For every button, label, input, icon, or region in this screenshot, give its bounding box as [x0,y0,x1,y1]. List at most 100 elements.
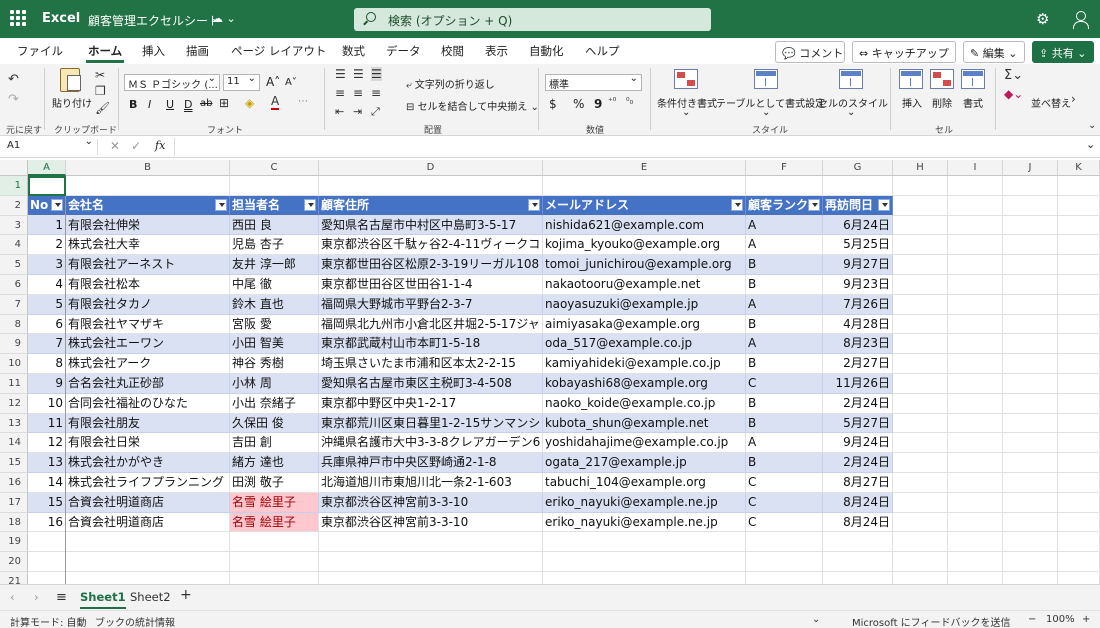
table-cell[interactable] [1058,215,1100,236]
table-cell-no[interactable]: 1 [28,215,66,236]
zoom-level[interactable]: 100% [1046,614,1075,625]
table-cell-contact[interactable]: 宮阪 愛 [230,314,319,335]
table-cell[interactable] [28,552,66,572]
table-cell-rank[interactable]: C [746,374,823,394]
table-cell[interactable] [1003,512,1058,533]
table-cell-email[interactable]: naoko_koide@example.co.jp [543,393,746,414]
redo-icon[interactable]: ↷ [8,92,19,107]
table-cell-no[interactable]: 10 [28,393,66,414]
table-cell-date[interactable]: 9月27日 [823,255,893,275]
table-cell-email[interactable]: kubota_shun@example.net [543,413,746,434]
conditional-format-icon[interactable] [674,69,698,89]
row-header[interactable]: 4 [0,235,28,256]
table-cell[interactable] [893,195,948,216]
table-cell[interactable] [319,176,543,196]
table-cell[interactable] [319,572,543,584]
tab-automate[interactable]: 自動化 [529,43,564,59]
table-cell-date[interactable]: 9月24日 [823,433,893,454]
table-cell-company[interactable]: 株式会社大幸 [66,235,230,256]
next-sheet-icon[interactable]: › [34,590,39,604]
function-icon[interactable]: fx [155,139,165,152]
table-cell[interactable] [893,255,948,275]
sort-filter-button[interactable]: 並べ替え [1031,95,1071,110]
table-cell-no[interactable]: 16 [28,512,66,533]
table-cell-rank[interactable]: C [746,473,823,493]
table-cell-address[interactable]: 兵庫県神戸市中央区野崎通2-1-8 [319,453,543,473]
tab-data[interactable]: データ [386,43,421,59]
table-cell[interactable] [1058,354,1100,374]
table-cell-contact[interactable]: 中尾 徹 [230,275,319,295]
table-cell-email[interactable]: ogata_217@example.jp [543,453,746,473]
row-header[interactable]: 6 [0,275,28,295]
table-cell[interactable] [230,176,319,196]
table-cell[interactable] [1058,195,1100,216]
indent-decrease-icon[interactable]: ⇤ [335,105,344,118]
chevron-right-icon[interactable]: › [1071,92,1076,106]
table-cell-email[interactable]: tabuchi_104@example.org [543,473,746,493]
chevron-down-icon[interactable]: ⌄ [847,107,855,118]
table-cell-email[interactable]: aimiyasaka@example.org [543,314,746,335]
format-table-icon[interactable] [754,69,778,89]
table-cell[interactable] [948,215,1003,236]
worksheet-grid[interactable]: A B C D E F G H I J K 1 2 3 4 5 6 7 8 9 10 11 12 13 14 15 16 17 18 19… [0,160,1100,584]
delete-cells-icon[interactable] [930,69,954,89]
table-cell[interactable] [948,552,1003,572]
row-header[interactable]: 17 [0,492,28,513]
table-cell-email[interactable]: eriko_nayuki@example.ne.jp [543,512,746,533]
table-cell-contact[interactable]: 児島 杏子 [230,235,319,256]
table-cell-rank[interactable]: B [746,393,823,414]
table-cell-rank[interactable]: B [746,354,823,374]
table-cell-contact[interactable]: 緒方 達也 [230,453,319,473]
select-all-corner[interactable] [0,160,28,176]
increase-decimal-icon[interactable]: ⁺⁰ [608,97,616,107]
column-header-i[interactable]: I [948,160,1003,176]
table-cell[interactable] [948,294,1003,315]
orientation-icon[interactable]: ⤢ [371,105,380,119]
table-cell-address[interactable]: 福岡県大野城市平野台2-3-7 [319,294,543,315]
table-cell-rank[interactable]: B [746,275,823,295]
table-cell-rank[interactable]: B [746,314,823,335]
table-cell-no[interactable]: 4 [28,275,66,295]
table-cell-company[interactable]: 有限会社日栄 [66,433,230,454]
table-cell[interactable] [1003,492,1058,513]
table-cell-company[interactable]: 株式会社アーク [66,354,230,374]
table-cell-date[interactable]: 6月24日 [823,215,893,236]
table-cell-contact[interactable]: 名雪 絵里子 [230,492,319,513]
tab-insert[interactable]: 挿入 [142,43,165,59]
table-cell[interactable] [893,512,948,533]
table-cell-email[interactable]: nishida621@example.com [543,215,746,236]
table-cell-company[interactable]: 株式会社かがやき [66,453,230,473]
active-cell-selection[interactable] [28,176,66,196]
table-cell[interactable] [230,532,319,553]
chevron-down-icon[interactable]: ⌄ [812,614,820,625]
document-title[interactable]: 顧客管理エクセルシート [88,12,220,29]
table-column-header[interactable]: 顧客住所 [319,195,543,216]
table-cell[interactable] [893,294,948,315]
table-cell[interactable] [948,473,1003,493]
chevron-down-icon[interactable]: ⌄ [762,107,770,118]
undo-icon[interactable]: ↶ [8,72,19,87]
table-column-header[interactable]: 担当者名 [230,195,319,216]
table-cell-address[interactable]: 東京都渋谷区神宮前3-3-10 [319,492,543,513]
table-cell[interactable] [1003,176,1058,196]
table-cell-rank[interactable]: A [746,294,823,315]
table-cell-address[interactable]: 東京都渋谷区神宮前3-3-10 [319,512,543,533]
table-cell-date[interactable]: 5月25日 [823,235,893,256]
table-cell[interactable] [1058,294,1100,315]
table-cell-no[interactable]: 7 [28,334,66,355]
comma-button[interactable]: 9 [594,97,602,111]
tab-file[interactable]: ファイル [17,43,63,59]
table-cell[interactable] [66,552,230,572]
feedback-link[interactable]: Microsoft にフィードバックを送信 [852,614,1011,628]
table-cell-contact[interactable]: 田渕 敬子 [230,473,319,493]
table-cell[interactable] [823,532,893,553]
cancel-icon[interactable]: ✕ [110,139,120,153]
filter-dropdown-icon[interactable] [215,198,227,211]
filter-dropdown-icon[interactable] [878,198,890,211]
table-cell[interactable] [948,512,1003,533]
table-cell[interactable] [746,532,823,553]
table-cell[interactable] [230,552,319,572]
fill-color-icon[interactable]: ◈ [245,96,254,110]
all-sheets-icon[interactable]: ≡ [56,590,67,605]
copy-icon[interactable]: ❐ [95,84,106,98]
